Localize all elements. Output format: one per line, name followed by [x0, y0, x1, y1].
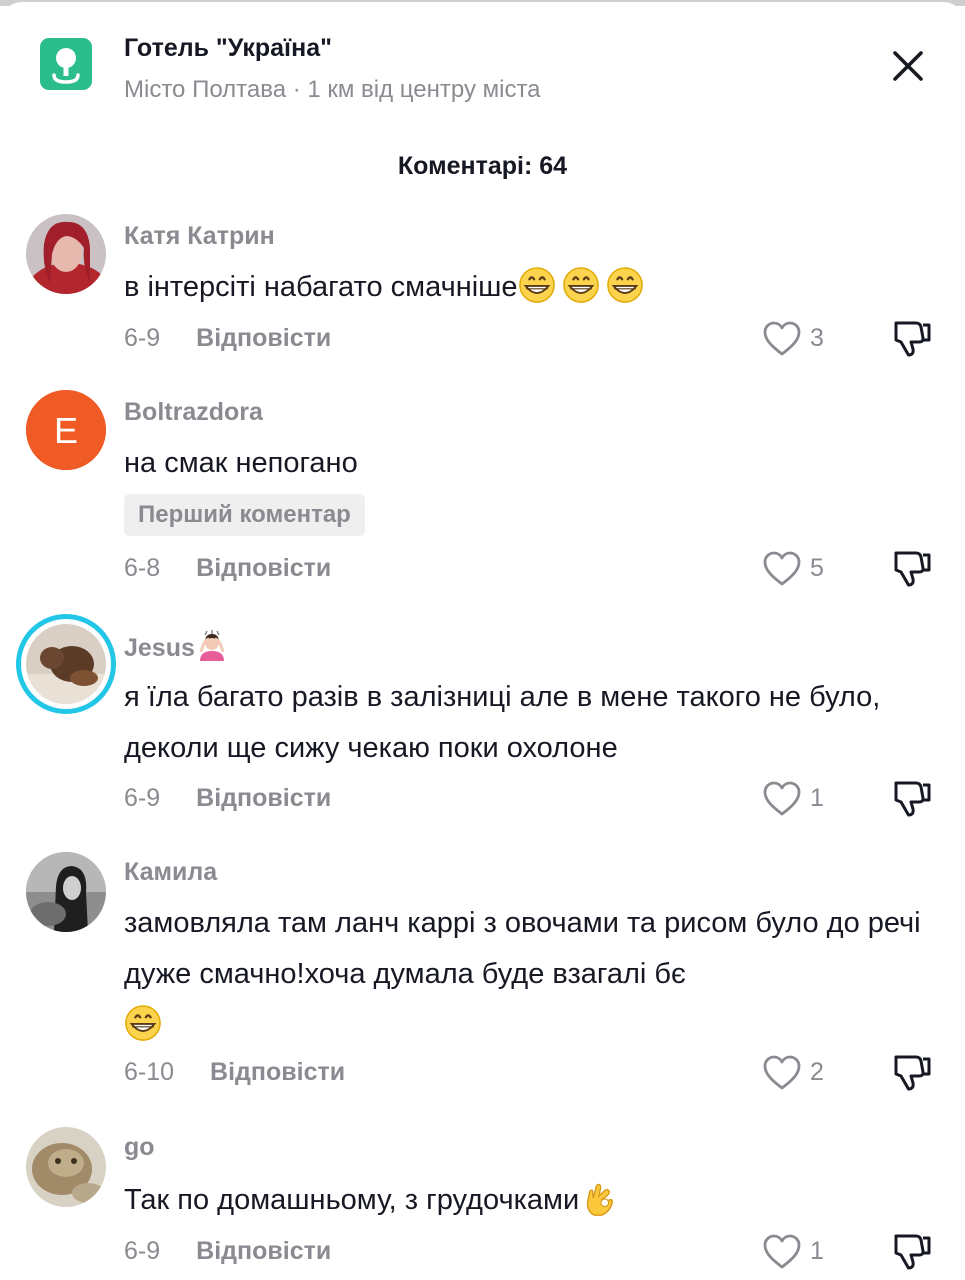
reply-button[interactable]: Відповісти: [196, 784, 331, 813]
comment-text: на смак непогано: [124, 438, 940, 489]
like-count: 3: [810, 324, 824, 352]
like-button[interactable]: 1: [762, 778, 842, 822]
comment-date: 6-10: [124, 1058, 175, 1086]
like-button[interactable]: 1: [762, 1231, 842, 1275]
like-button[interactable]: 5: [762, 548, 842, 592]
comment-text-content: на смак непогано: [124, 447, 358, 479]
comment-username[interactable]: Boltrazdora: [124, 398, 263, 427]
comment-meta: 6-9 Відповісти: [124, 784, 331, 818]
avatar[interactable]: [26, 1127, 106, 1207]
comment-text-content: я їла багато разів в залізниці але в мен…: [124, 681, 881, 764]
thumbs-down-icon: [894, 1055, 931, 1091]
location-header: Готель "Україна" Місто Полтава · 1 км ві…: [0, 2, 965, 132]
comment-meta: 6-8 Відповісти: [124, 554, 331, 588]
comment-date: 6-9: [124, 1237, 161, 1265]
comment-text-content: в інтерсіті набагато смачніше: [124, 271, 518, 303]
comment-text: я їла багато разів в залізниці але в мен…: [124, 672, 940, 774]
heart-icon: [763, 551, 801, 586]
close-button[interactable]: [884, 42, 932, 90]
comment-username[interactable]: Jesus: [124, 628, 229, 663]
heart-icon: [763, 781, 801, 816]
heart-icon: [763, 1234, 801, 1269]
reply-button[interactable]: Відповісти: [196, 324, 331, 353]
like-count: 5: [810, 554, 824, 582]
comment-date: 6-8: [124, 554, 161, 582]
grinning-face-emoji: [606, 267, 643, 303]
woman-gesturing-ok-emoji: [199, 630, 225, 661]
first-comment-badge: Перший коментар: [124, 494, 365, 536]
comment-username[interactable]: Катя Катрин: [124, 222, 275, 251]
ok-hand-emoji: [587, 1183, 614, 1216]
comments-count-title: Коментарі: 64: [397, 152, 568, 180]
avatar[interactable]: [26, 214, 106, 294]
thumbs-down-icon: [894, 781, 931, 817]
comment-meta: 6-9 Відповісти: [124, 324, 331, 358]
like-count: 2: [810, 1058, 824, 1086]
like-button[interactable]: 3: [762, 318, 842, 362]
like-button[interactable]: 2: [762, 1052, 842, 1096]
comment-text: в інтерсіті набагато смачніше: [124, 262, 940, 313]
comment-text: Так по домашньому, з грудочками: [124, 1175, 940, 1226]
comment-meta: 6-9 Відповісти: [124, 1237, 331, 1271]
dislike-button[interactable]: [890, 1231, 934, 1275]
grinning-face-emoji: [562, 267, 599, 303]
avatar-letter: E: [54, 410, 78, 451]
avatar[interactable]: [26, 852, 106, 932]
comment-meta: 6-10 Відповісти: [124, 1058, 345, 1092]
dislike-button[interactable]: [890, 1052, 934, 1096]
dislike-button[interactable]: [890, 548, 934, 592]
location-title[interactable]: Готель "Україна": [124, 34, 332, 63]
heart-icon: [763, 321, 801, 356]
comments-sheet: Готель "Україна" Місто Полтава · 1 км ві…: [0, 2, 965, 1280]
like-count: 1: [810, 784, 824, 812]
grinning-face-emoji: [125, 1005, 161, 1041]
grinning-face-emoji: [518, 267, 555, 303]
like-count: 1: [810, 1237, 824, 1265]
comment-date: 6-9: [124, 324, 161, 352]
comment-text-content: Так по домашньому, з грудочками: [124, 1184, 580, 1216]
reply-button[interactable]: Відповісти: [210, 1058, 345, 1087]
avatar[interactable]: [26, 624, 106, 704]
avatar[interactable]: E: [26, 390, 106, 470]
thumbs-down-icon: [894, 1234, 931, 1270]
map-pin-icon: [40, 38, 92, 90]
comment-text-content: замовляла там ланч каррі з овочами та ри…: [124, 907, 921, 990]
location-subtitle: Місто Полтава · 1 км від центру міста: [124, 76, 541, 103]
comment-username[interactable]: Камила: [124, 858, 217, 887]
thumbs-down-icon: [894, 551, 931, 587]
reply-button[interactable]: Відповісти: [196, 1237, 331, 1266]
close-icon: [893, 51, 923, 81]
dislike-button[interactable]: [890, 778, 934, 822]
heart-icon: [763, 1055, 801, 1090]
reply-button[interactable]: Відповісти: [196, 554, 331, 583]
comment-text: замовляла там ланч каррі з овочами та ри…: [124, 898, 940, 1051]
dislike-button[interactable]: [890, 318, 934, 362]
username-text: Jesus: [124, 634, 195, 662]
comment-username[interactable]: go: [124, 1133, 155, 1162]
comment-date: 6-9: [124, 784, 161, 812]
thumbs-down-icon: [894, 321, 931, 357]
